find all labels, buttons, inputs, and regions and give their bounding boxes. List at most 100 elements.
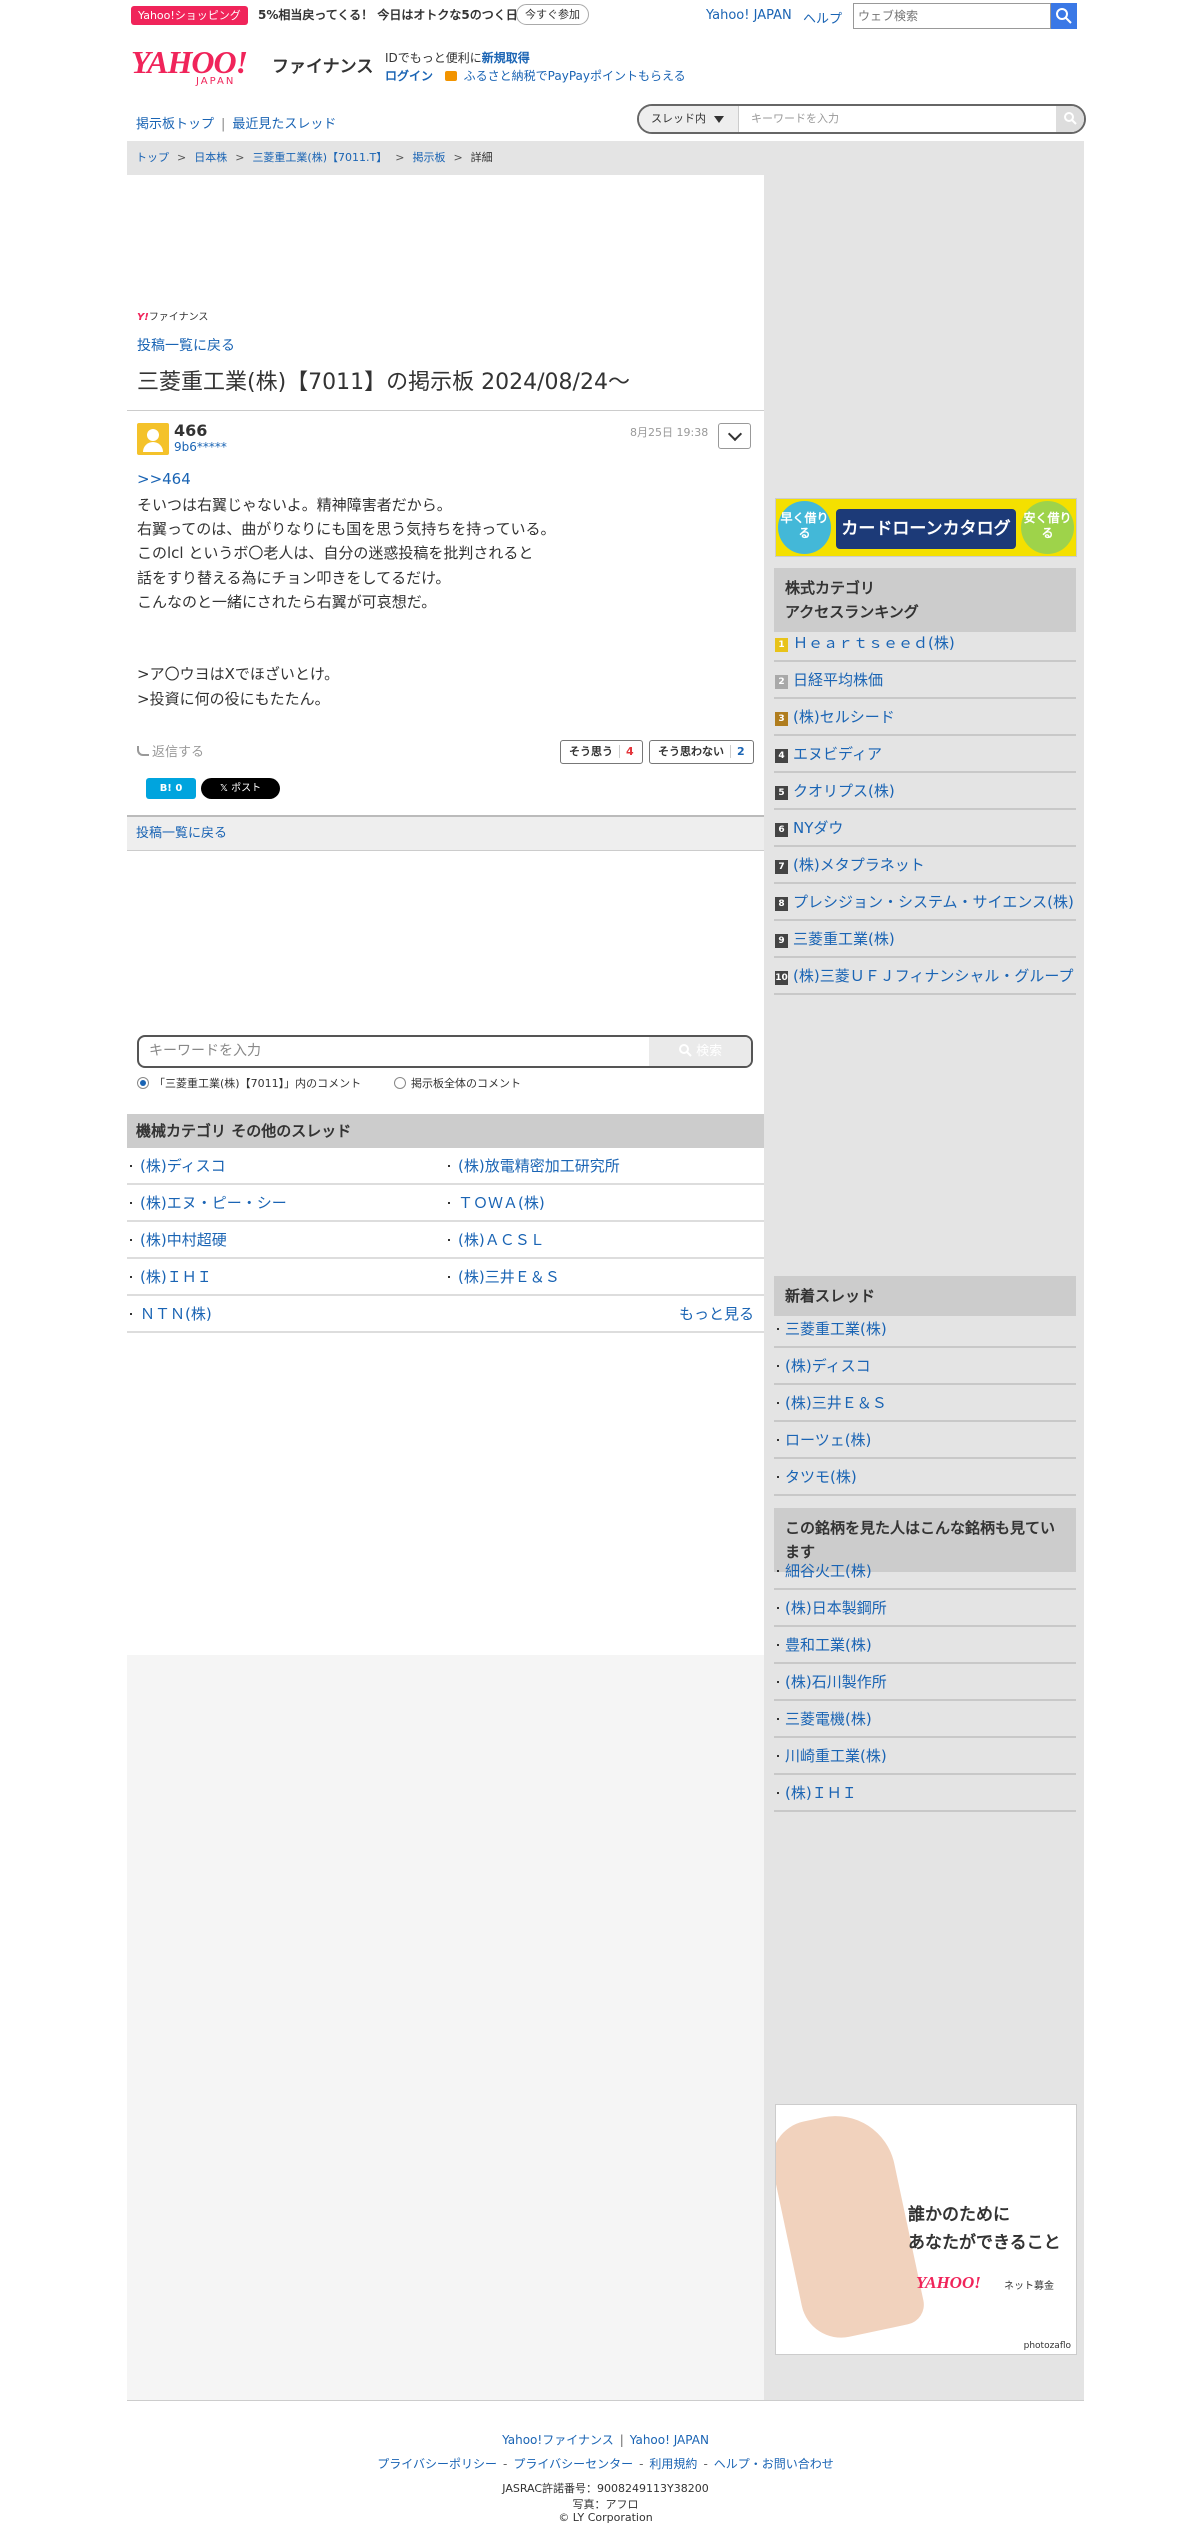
ranking-item[interactable]: 7 (株)メタプラネット <box>774 847 1076 884</box>
ranking-item[interactable]: 9 三菱重工業(株) <box>774 921 1076 958</box>
ranking-item[interactable]: 4 エヌビディア <box>774 736 1076 773</box>
ranking-item-label[interactable]: (株)三菱ＵＦＪフィナンシャル・グループ <box>793 967 1074 985</box>
reply-anchor-link[interactable]: >>464 <box>137 470 191 488</box>
ranking-item[interactable]: 5 クオリプス(株) <box>774 773 1076 810</box>
promo-join-button[interactable]: 今すぐ参加 <box>516 4 589 25</box>
category-thread-link[interactable]: (株)放電精密加工研究所 <box>445 1148 620 1184</box>
also-viewed-item[interactable]: (株)ＩＨＩ <box>774 1775 1076 1812</box>
ranking-item-label[interactable]: エヌビディア <box>793 745 882 763</box>
yahoo-logo[interactable]: YAHOO! <box>131 46 248 78</box>
web-search-button[interactable] <box>1051 3 1077 29</box>
new-threads-item[interactable]: タツモ(株) <box>774 1459 1076 1496</box>
category-thread-link[interactable]: ＮＴＮ(株) <box>127 1296 212 1332</box>
login-link[interactable]: ログイン <box>385 69 433 83</box>
thread-keyword-input[interactable]: キーワードを入力 <box>751 106 839 132</box>
new-threads-item-label[interactable]: 三菱重工業(株) <box>785 1320 887 1338</box>
ranking-item-label[interactable]: クオリプス(株) <box>793 782 895 800</box>
scope-radio-thread[interactable] <box>137 1077 149 1089</box>
category-thread-link[interactable]: (株)ＡＣＳＬ <box>445 1222 545 1258</box>
post-user[interactable]: 9b6***** <box>174 440 227 454</box>
terms-link[interactable]: 利用規約 <box>649 2457 697 2471</box>
footer-help-link[interactable]: ヘルプ・お問い合わせ <box>714 2457 834 2471</box>
new-threads-item-label[interactable]: (株)三井Ｅ＆Ｓ <box>785 1394 887 1412</box>
also-viewed-item-label[interactable]: (株)石川製作所 <box>785 1673 887 1691</box>
help-link[interactable]: ヘルプ <box>803 8 842 27</box>
register-link[interactable]: 新規取得 <box>482 51 530 65</box>
breadcrumb-board[interactable]: 掲示板 <box>412 151 445 164</box>
privacy-policy-link[interactable]: プライバシーポリシー <box>377 2457 497 2471</box>
promo-text[interactable]: 5%相当戻ってくる！ 今日はオトクな5のつく日 <box>258 6 518 25</box>
privacy-center-link[interactable]: プライバシーセンター <box>513 2457 633 2471</box>
back-to-list-link[interactable]: 投稿一覧に戻る <box>137 335 235 355</box>
category-thread-link[interactable]: (株)ディスコ <box>127 1148 226 1184</box>
ranking-item[interactable]: 2 日経平均株価 <box>774 662 1076 699</box>
board-top-link[interactable]: 掲示板トップ <box>136 117 214 132</box>
ranking-item-label[interactable]: 日経平均株価 <box>793 671 883 689</box>
also-viewed-item-label[interactable]: 細谷火工(株) <box>785 1562 872 1580</box>
footer-yj-link[interactable]: Yahoo! JAPAN <box>630 2433 709 2447</box>
ranking-item-label[interactable]: 三菱重工業(株) <box>793 930 895 948</box>
recent-threads-link[interactable]: 最近見たスレッド <box>232 117 336 132</box>
ranking-item-label[interactable]: プレシジョン・システム・サイエンス(株) <box>793 893 1074 911</box>
charity-ad[interactable]: 誰かのために あなたができること YAHOO! ネット募金 photozaflo <box>775 2104 1077 2355</box>
more-threads-link[interactable]: もっと見る <box>679 1296 754 1332</box>
web-search-input[interactable] <box>853 3 1051 29</box>
main-column <box>127 175 764 1655</box>
reply-button[interactable]: 返信する <box>137 741 204 760</box>
category-thread-link[interactable]: (株)中村超硬 <box>127 1222 227 1258</box>
new-threads-item-label[interactable]: ローツェ(株) <box>785 1431 871 1449</box>
also-viewed-item-label[interactable]: 三菱電機(株) <box>785 1710 872 1728</box>
back-to-list-link-bottom[interactable]: 投稿一覧に戻る <box>136 826 227 841</box>
ranking-item[interactable]: 1 Ｈｅａｒｔｓｅｅｄ(株) <box>774 625 1076 662</box>
card-loan-ad[interactable]: 早く借りる カードローンカタログ 安く借りる <box>775 498 1077 557</box>
breadcrumb-stock[interactable]: 三菱重工業(株)【7011.T】 <box>252 151 387 164</box>
ranking-item[interactable]: 6 NYダウ <box>774 810 1076 847</box>
footer-finance-link[interactable]: Yahoo!ファイナンス <box>502 2433 614 2447</box>
also-viewed-item[interactable]: 三菱電機(株) <box>774 1701 1076 1738</box>
disagree-button[interactable]: そう思わない 2 <box>649 740 754 764</box>
category-thread-link[interactable]: (株)エヌ・ピー・シー <box>127 1185 287 1221</box>
also-viewed-item-label[interactable]: (株)ＩＨＩ <box>785 1784 857 1802</box>
also-viewed-item[interactable]: (株)日本製鋼所 <box>774 1590 1076 1627</box>
ranking-item-label[interactable]: NYダウ <box>793 819 843 837</box>
ranking-item[interactable]: 3 (株)セルシード <box>774 699 1076 736</box>
comment-search-input[interactable]: キーワードを入力 <box>149 1037 261 1066</box>
ranking-item-label[interactable]: (株)メタプラネット <box>793 856 925 874</box>
avatar <box>137 423 169 455</box>
new-threads-item[interactable]: (株)三井Ｅ＆Ｓ <box>774 1385 1076 1422</box>
category-thread-link[interactable]: (株)ＩＨＩ <box>127 1259 212 1295</box>
also-viewed-item[interactable]: 川崎重工業(株) <box>774 1738 1076 1775</box>
new-threads-item-label[interactable]: (株)ディスコ <box>785 1357 871 1375</box>
category-thread-link[interactable]: (株)三井Ｅ＆Ｓ <box>445 1259 560 1295</box>
furusato-link[interactable]: ふるさと納税でPayPayポイントもらえる <box>464 69 686 83</box>
thread-search-button[interactable] <box>1056 106 1084 132</box>
ranking-item-label[interactable]: Ｈｅａｒｔｓｅｅｄ(株) <box>793 634 955 652</box>
scope-radio-all[interactable] <box>394 1077 406 1089</box>
scope-select[interactable]: スレッド内 <box>639 106 739 132</box>
also-viewed-item[interactable]: 豊和工業(株) <box>774 1627 1076 1664</box>
yahoo-japan-link[interactable]: Yahoo! JAPAN <box>706 8 792 23</box>
comment-search-button[interactable]: 検索 <box>649 1037 751 1066</box>
ranking-item[interactable]: 8 プレシジョン・システム・サイエンス(株) <box>774 884 1076 921</box>
breadcrumb-top[interactable]: トップ <box>136 151 169 164</box>
category-thread-link[interactable]: ＴＯＷＡ(株) <box>445 1185 545 1221</box>
breadcrumb-jp-stocks[interactable]: 日本株 <box>194 151 227 164</box>
x-post-button[interactable]: 𝕏 ポスト <box>201 778 280 799</box>
also-viewed-item-label[interactable]: 豊和工業(株) <box>785 1636 872 1654</box>
new-threads-item[interactable]: ローツェ(株) <box>774 1422 1076 1459</box>
new-threads-item[interactable]: 三菱重工業(株) <box>774 1311 1076 1348</box>
ranking-item[interactable]: 10 (株)三菱ＵＦＪフィナンシャル・グループ <box>774 958 1076 995</box>
post-menu-button[interactable] <box>718 423 751 449</box>
also-viewed-item[interactable]: (株)石川製作所 <box>774 1664 1076 1701</box>
ranking-item-label[interactable]: (株)セルシード <box>793 708 895 726</box>
agree-button[interactable]: そう思う 4 <box>560 740 643 764</box>
shopping-badge[interactable]: Yahoo!ショッピング <box>131 6 248 25</box>
new-threads-item[interactable]: (株)ディスコ <box>774 1348 1076 1385</box>
also-viewed-item-label[interactable]: (株)日本製鋼所 <box>785 1599 887 1617</box>
also-viewed-item[interactable]: 細谷火工(株) <box>774 1553 1076 1590</box>
search-icon <box>1064 112 1077 125</box>
also-viewed-item-label[interactable]: 川崎重工業(株) <box>785 1747 887 1765</box>
new-threads-item-label[interactable]: タツモ(株) <box>785 1468 857 1486</box>
hatena-bookmark-button[interactable]: B! 0 <box>146 778 196 799</box>
finance-logo-text[interactable]: ファイナンス <box>272 52 373 77</box>
